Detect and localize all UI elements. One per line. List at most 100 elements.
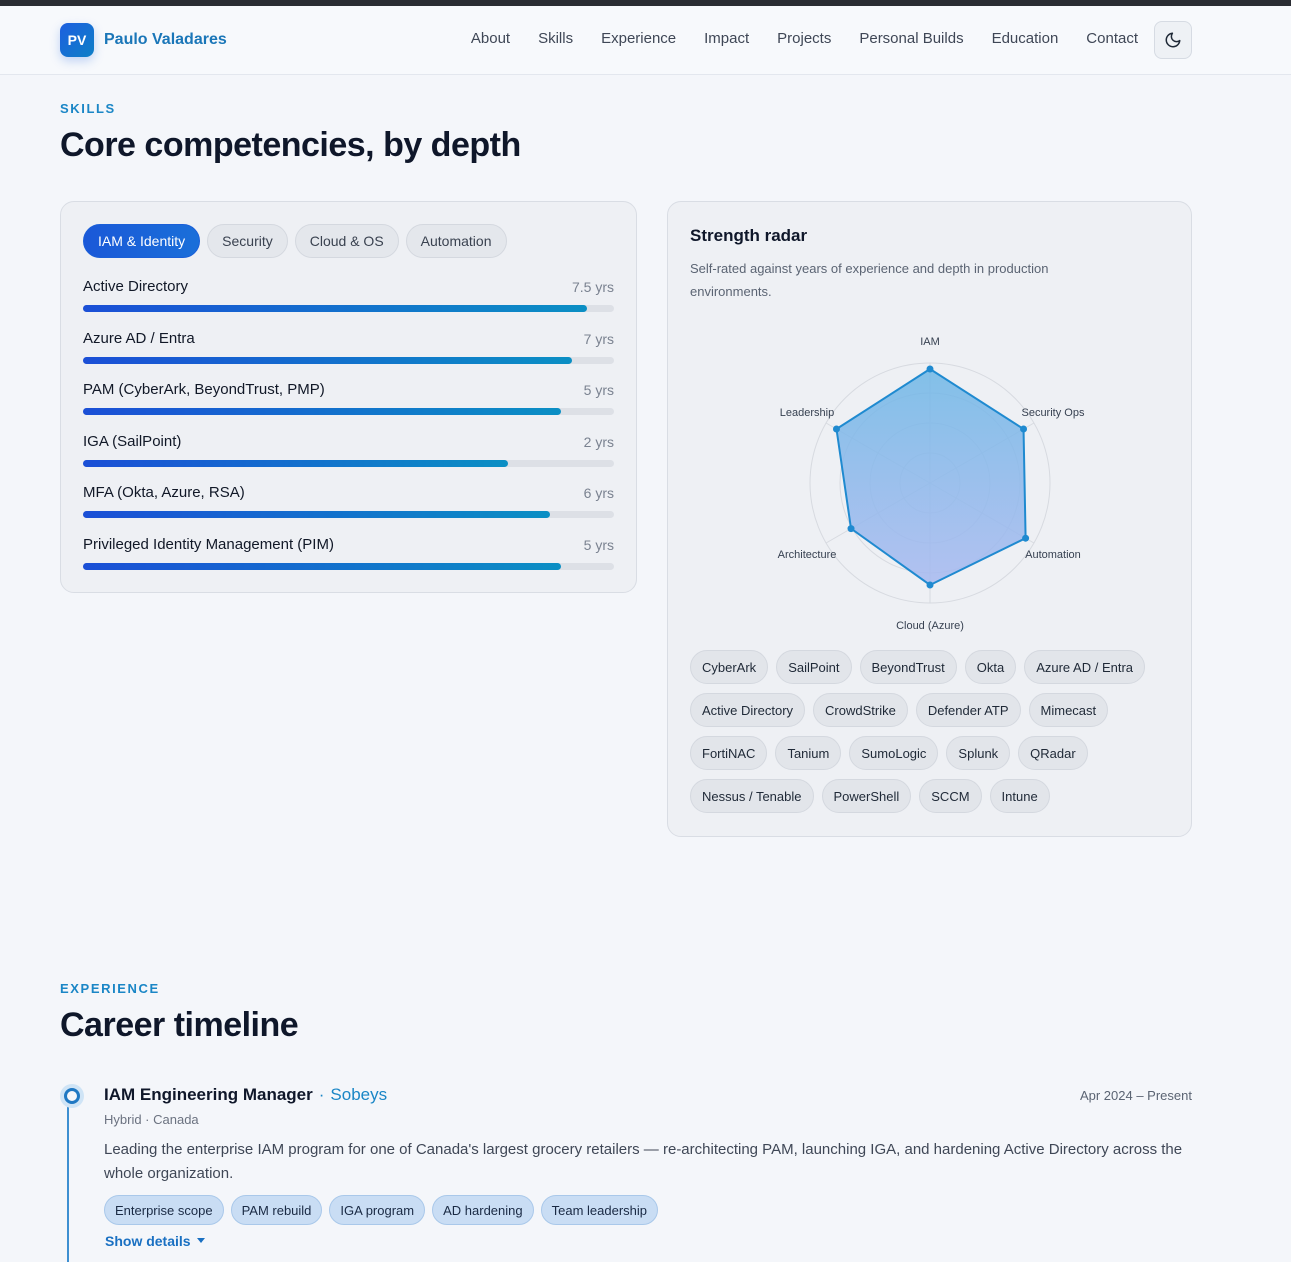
nav-projects[interactable]: Projects <box>777 30 831 47</box>
skill-name: Azure AD / Entra <box>83 330 195 347</box>
skill-row: MFA (Okta, Azure, RSA) 6 yrs <box>83 484 614 524</box>
skills-title: Core competencies, by depth <box>60 126 521 164</box>
skill-bar-track <box>83 563 614 570</box>
skill-bar-track <box>83 460 614 467</box>
show-details-button[interactable]: Show details <box>105 1233 205 1249</box>
job-tag: PAM rebuild <box>230 1195 323 1225</box>
skill-bar-fill <box>83 305 588 312</box>
tab-automation[interactable]: Automation <box>405 224 507 258</box>
skill-bar-fill <box>83 563 561 570</box>
skill-bar-fill <box>83 460 508 467</box>
brand[interactable]: PV Paulo Valadares <box>60 23 227 57</box>
tool-chip: PowerShell <box>821 779 912 813</box>
tool-chip: Mimecast <box>1028 693 1109 727</box>
skill-name: IGA (SailPoint) <box>83 433 182 450</box>
radar-point <box>1020 425 1028 433</box>
radar-point <box>847 525 855 533</box>
skill-row: PAM (CyberArk, BeyondTrust, PMP) 5 yrs <box>83 381 614 421</box>
brand-name: Paulo Valadares <box>104 31 227 48</box>
skill-row: Privileged Identity Management (PIM) 5 y… <box>83 536 614 576</box>
job-tag: IGA program <box>329 1195 426 1225</box>
tool-chip: Splunk <box>946 736 1011 770</box>
tab-security[interactable]: Security <box>207 224 288 258</box>
skill-tabs: IAM & Identity Security Cloud & OS Autom… <box>83 224 507 258</box>
skill-bar-track <box>83 408 614 415</box>
tool-chip: Intune <box>989 779 1050 813</box>
nav-experience[interactable]: Experience <box>601 30 676 47</box>
tab-iam-identity[interactable]: IAM & Identity <box>83 224 201 258</box>
tool-chip: SCCM <box>919 779 982 813</box>
theme-toggle-button[interactable] <box>1154 21 1192 59</box>
skill-name: MFA (Okta, Azure, RSA) <box>83 484 245 501</box>
skill-name: Privileged Identity Management (PIM) <box>83 536 334 553</box>
tool-chip: CyberArk <box>690 650 769 684</box>
nav-about[interactable]: About <box>471 30 510 47</box>
tool-chip: SumoLogic <box>849 736 939 770</box>
skill-years: 2 yrs <box>583 434 614 450</box>
tool-chip: CrowdStrike <box>813 693 908 727</box>
job-tag: AD hardening <box>432 1195 534 1225</box>
tool-chip: Nessus / Tenable <box>690 779 814 813</box>
tab-cloud-os[interactable]: Cloud & OS <box>294 224 399 258</box>
radar-axis-label: Automation <box>1025 549 1081 561</box>
radar-axis-label: Security Ops <box>1021 407 1084 419</box>
skill-bar-track <box>83 511 614 518</box>
job-tag: Enterprise scope <box>104 1195 224 1225</box>
job-tag: Team leadership <box>540 1195 658 1225</box>
tool-chip: Active Directory <box>690 693 806 727</box>
brand-logo: PV <box>60 23 94 57</box>
show-details-label: Show details <box>105 1233 191 1249</box>
radar-point <box>832 425 840 433</box>
radar-series-area <box>835 367 1027 587</box>
tool-chip: Tanium <box>775 736 842 770</box>
radar-axis-label: IAM <box>920 336 940 348</box>
job-description: Leading the enterprise IAM program for o… <box>104 1141 1183 1182</box>
job-role: IAM Engineering Manager <box>104 1085 313 1104</box>
radar-subtitle: Self-rated against years of experience a… <box>690 261 1049 299</box>
radar-point <box>926 581 934 589</box>
skill-row: IGA (SailPoint) 2 yrs <box>83 433 614 473</box>
tool-chips: CyberArk SailPoint BeyondTrust Okta Azure AD… <box>690 650 1160 813</box>
radar-axis-label: Architecture <box>778 549 837 561</box>
job-date: Apr 2024 – Present <box>1079 1088 1192 1103</box>
radar-axis-label: Cloud (Azure) <box>896 620 964 632</box>
radar-title: Strength radar <box>690 226 808 245</box>
radar-point <box>1022 534 1030 542</box>
tool-chip: Azure AD / Entra <box>1024 650 1146 684</box>
skill-years: 7.5 yrs <box>571 279 614 295</box>
nav-personal-builds[interactable]: Personal Builds <box>859 30 963 47</box>
job-location: Hybrid · Canada <box>104 1112 199 1127</box>
timeline-line <box>67 1106 69 1262</box>
skill-bar-fill <box>83 408 561 415</box>
job-company[interactable]: Sobeys <box>330 1085 387 1104</box>
nav-skills[interactable]: Skills <box>538 30 573 47</box>
tool-chip: Okta <box>964 650 1017 684</box>
moon-icon <box>1165 32 1181 48</box>
radar-point <box>926 365 934 373</box>
skill-name: Active Directory <box>83 278 189 295</box>
skill-bar-fill <box>83 357 572 364</box>
timeline-marker <box>60 1084 84 1108</box>
radar-chart: IAM Security Ops Automation Cloud (Azure) Ar… <box>778 336 1085 632</box>
skill-row: Active Directory 7.5 yrs <box>83 278 614 318</box>
job-heading: IAM Engineering Manager · Sobeys <box>104 1085 387 1105</box>
skill-row: Azure AD / Entra 7 yrs <box>83 330 614 370</box>
skill-years: 5 yrs <box>583 382 614 398</box>
tool-chip: SailPoint <box>776 650 852 684</box>
nav-contact[interactable]: Contact <box>1086 30 1138 47</box>
job-separator: · <box>318 1085 325 1104</box>
radar-axis-label: Leadership <box>780 407 834 419</box>
skill-bar-track <box>83 305 614 312</box>
nav-education[interactable]: Education <box>992 30 1059 47</box>
skill-bar-fill <box>83 511 551 518</box>
skill-bar-track <box>83 357 614 364</box>
caret-down-icon <box>196 1238 205 1243</box>
nav-impact[interactable]: Impact <box>704 30 749 47</box>
skill-years: 6 yrs <box>583 485 614 501</box>
tool-chip: QRadar <box>1018 736 1088 770</box>
skills-card: IAM & Identity Security Cloud & OS Autom… <box>60 201 637 593</box>
tool-chip: Defender ATP <box>915 693 1021 727</box>
job-tags: Enterprise scope PAM rebuild IGA program… <box>104 1195 658 1225</box>
skill-name: PAM (CyberArk, BeyondTrust, PMP) <box>83 381 325 398</box>
radar-card: Strength radar Self-rated against years … <box>667 201 1192 837</box>
